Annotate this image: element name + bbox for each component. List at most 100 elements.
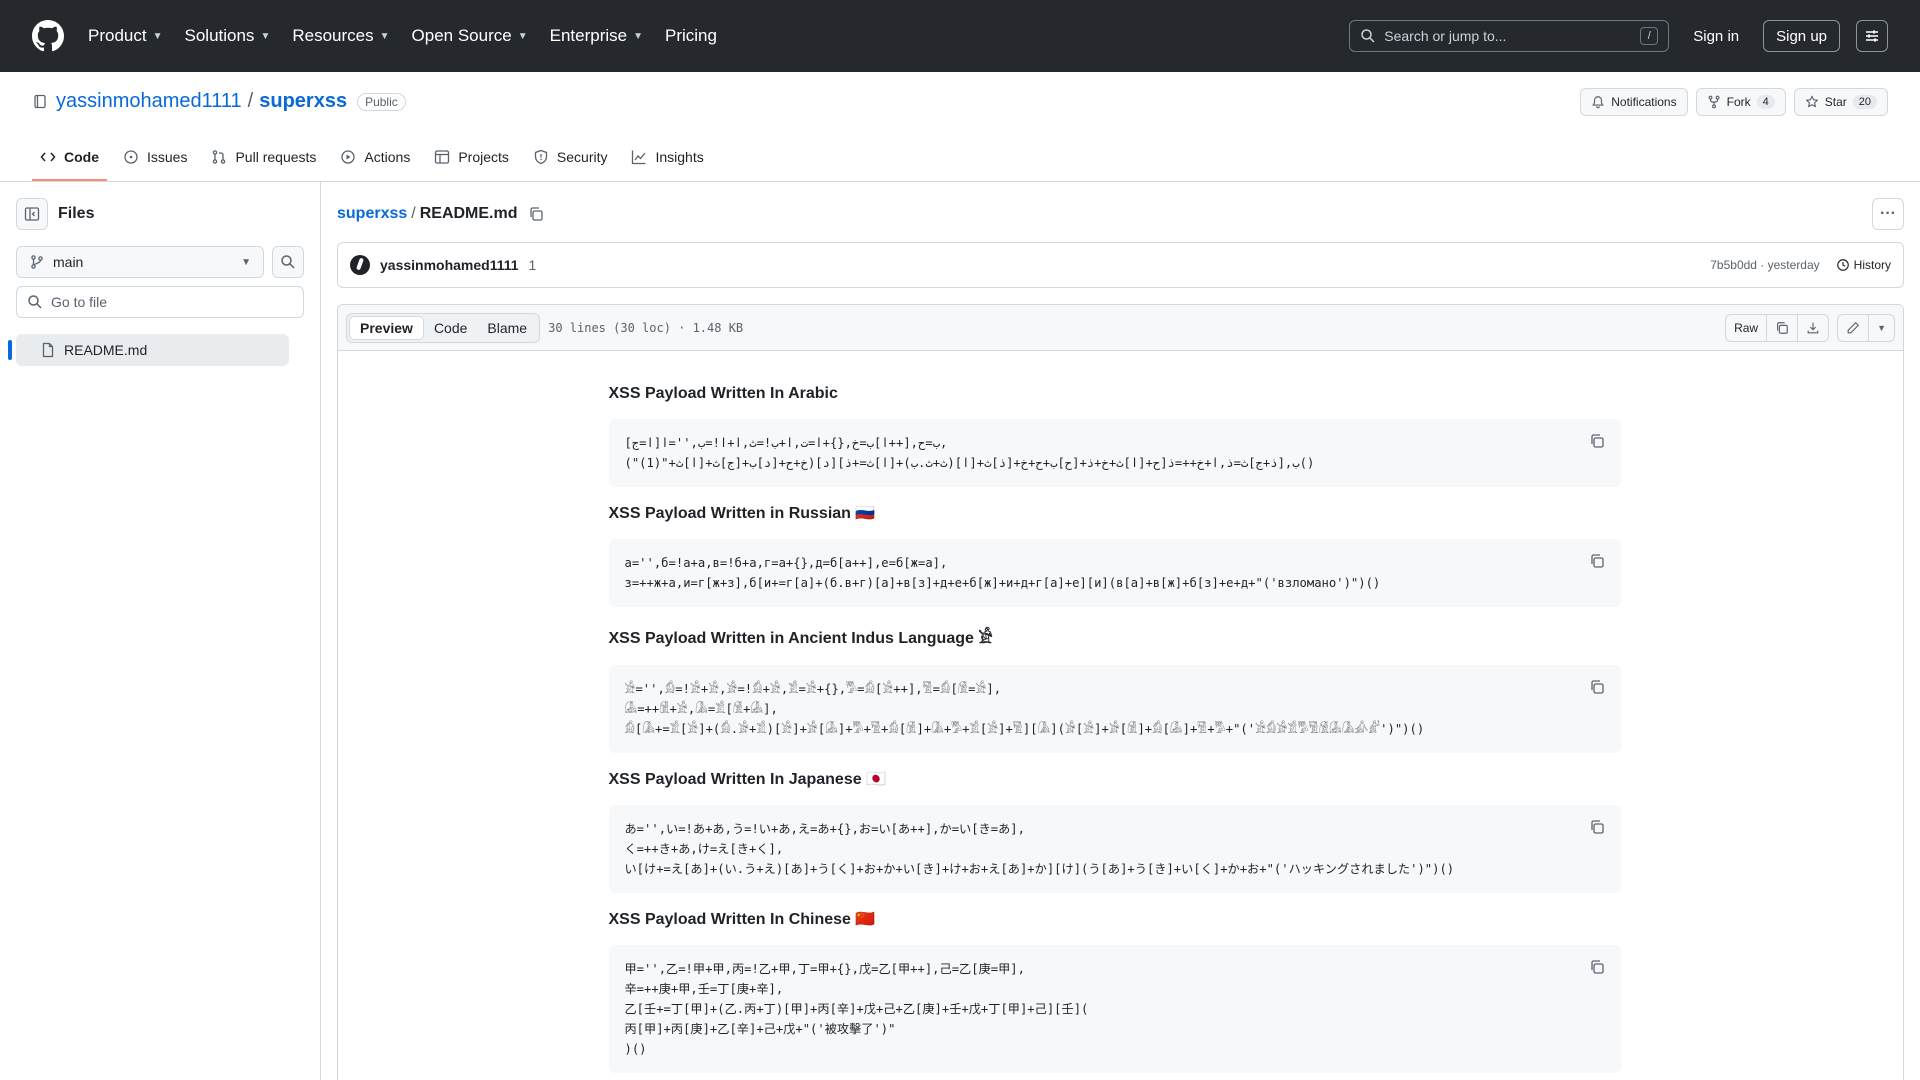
readme-heading: XSS Payload Written in Russian 🇷🇺 [608,505,876,522]
fork-icon [1708,95,1720,109]
branch-selector[interactable]: main ▼ [16,246,264,278]
collapse-sidebar-icon[interactable] [16,198,48,230]
github-logo-icon[interactable] [32,20,64,52]
tab-label: Security [556,149,608,165]
repo-owner-link[interactable]: yassinmohamed1111 [56,90,242,113]
tab-projects[interactable]: Projects [426,135,517,181]
commit-meta[interactable]: 7b5b0dd · yesterday [1710,258,1819,272]
file-info: 30 lines (30 loc) · 1.48 KB [548,320,744,335]
tab-actions[interactable]: Actions [332,135,418,181]
star-button[interactable]: Star 20 [1793,88,1888,116]
copy-raw-icon[interactable] [1767,313,1799,342]
tab-issues[interactable]: Issues [115,135,195,181]
tab-code-view[interactable]: Code [424,316,477,340]
repo-icon [34,94,46,108]
nav-resources[interactable]: Resources ▼ [292,26,389,46]
commit-author-link[interactable]: yassinmohamed1111 [380,257,519,273]
tab-blame[interactable]: Blame [477,316,537,340]
code-text: а='',б=!а+а,в=!б+а,г=а+{},д=б[а++],е=б[ж… [624,556,1381,590]
code-text: [ا=ج]ب=ح,[++ا]ب=خ,{}+ا=ت,ا+ب!=ث,ا+ا!=ب,'… [624,436,1315,470]
avatar[interactable] [350,255,370,275]
settings-sliders-icon[interactable] [1856,20,1888,52]
sign-up-button[interactable]: Sign up [1763,20,1840,52]
commit-message[interactable]: 1 [529,257,537,273]
history-label: History [1853,258,1891,272]
repo-actions: Notifications Fork 4 Star 20 [1572,88,1888,116]
sidebar-title: Files [58,205,95,222]
copy-code-icon[interactable] [1587,957,1607,977]
search-files-button[interactable] [272,246,304,278]
star-count: 20 [1852,95,1877,109]
tab-pull-requests[interactable]: Pull requests [203,135,324,181]
tab-code[interactable]: Code [32,135,107,181]
nav-label: Product [88,26,147,45]
tab-insights[interactable]: Insights [623,135,711,181]
code-block: 甲='',乙=!甲+甲,丙=!乙+甲,丁=甲+{},戊=乙[甲++],己=乙[庚… [608,945,1621,1073]
go-to-file-input[interactable]: Go to file [16,286,304,318]
notifications-button[interactable]: Notifications [1580,88,1688,116]
issue-icon [123,149,139,165]
tab-label: Actions [364,149,411,165]
readme-heading: XSS Payload Written In Japanese 🇯🇵 [608,771,887,788]
chevron-down-icon: ▼ [260,30,271,42]
breadcrumb-separator: / [411,205,416,222]
code-text: 𓀀='',𓀁=!𓀀+𓀀,𓀂=!𓀁+𓀀,𓀃=𓀀+{},𓀄=𓀁[𓀀++],𓀅=𓀁[𓀆… [624,682,1425,736]
readme-heading: XSS Payload Written in Ancient Indus Lan… [608,630,993,647]
tab-security[interactable]: Security [525,135,616,181]
code-block: [ا=ج]ب=ح,[++ا]ب=خ,{}+ا=ت,ا+ب!=ث,ا+ا!=ب,'… [608,419,1621,487]
nav-pricing[interactable]: Pricing [665,26,717,46]
nav-enterprise[interactable]: Enterprise ▼ [550,26,643,46]
tab-label: Code [64,149,99,165]
chevron-down-icon[interactable]: ▼ [1869,313,1895,342]
go-to-file-placeholder: Go to file [51,294,108,310]
play-circle-icon [340,149,356,165]
file-tree-item[interactable]: README.md [8,334,289,366]
copy-code-icon[interactable] [1587,677,1607,697]
nav-label: Pricing [665,26,717,45]
global-nav: Product ▼ Solutions ▼ Resources ▼ Open Sour… [88,26,739,46]
main-area: Files main ▼ Go to file README.md superx… [0,182,1920,1080]
file-icon [40,342,56,358]
star-label: Star [1824,95,1847,109]
more-options-icon[interactable]: ··· [1872,198,1904,230]
search-input[interactable]: Search or jump to... / [1349,20,1670,52]
chevron-down-icon: ▼ [152,30,163,42]
fork-label: Fork [1726,95,1751,109]
copy-path-icon[interactable] [528,206,544,222]
nav-label: Solutions [184,26,255,45]
readme-preview: XSS Payload Written In Arabic [ا=ج]ب=ح,[… [608,385,1621,1073]
code-text: あ='',い=!あ+あ,う=!い+あ,え=あ+{},お=い[あ++],か=い[き… [624,822,1455,876]
readme-heading: XSS Payload Written In Arabic [608,385,838,402]
copy-code-icon[interactable] [1587,551,1607,571]
bell-icon [1592,96,1605,109]
repo-name-link[interactable]: superxss [259,90,347,113]
breadcrumb-repo-link[interactable]: superxss [337,205,407,223]
pencil-icon[interactable] [1837,313,1870,342]
code-block: あ='',い=!あ+あ,う=!い+あ,え=あ+{},お=い[あ++],か=い[き… [608,805,1621,893]
download-icon[interactable] [1798,313,1830,342]
file-actions: Raw ▼ [1725,313,1895,342]
copy-code-icon[interactable] [1587,431,1607,451]
tab-label: Insights [655,149,704,165]
latest-commit-bar: yassinmohamed1111 1 7b5b0dd · yesterday … [337,242,1904,288]
notifications-label: Notifications [1611,95,1677,109]
chevron-down-icon: ▼ [241,256,251,268]
graph-icon [631,149,647,165]
copy-code-icon[interactable] [1587,817,1607,837]
raw-button[interactable]: Raw [1725,313,1768,342]
fork-button[interactable]: Fork 4 [1695,88,1786,116]
history-button[interactable]: History [1836,258,1891,272]
sign-in-link[interactable]: Sign in [1693,28,1739,45]
search-icon [1361,29,1375,43]
nav-product[interactable]: Product ▼ [88,26,163,46]
nav-solutions[interactable]: Solutions ▼ [185,26,271,46]
repo-tabs: Code Issues Pull requests Actions Projec… [32,135,720,181]
pull-request-icon [211,149,227,165]
nav-open-source[interactable]: Open Source ▼ [412,26,528,46]
search-icon [28,295,42,309]
code-text: 甲='',乙=!甲+甲,丙=!乙+甲,丁=甲+{},戊=乙[甲++],己=乙[庚… [624,962,1089,1056]
tab-label: Projects [458,149,509,165]
readme-heading: XSS Payload Written In Chinese 🇨🇳 [608,911,876,928]
file-viewer: Preview Code Blame 30 lines (30 loc) · 1… [337,304,1904,1080]
tab-preview[interactable]: Preview [349,315,424,340]
